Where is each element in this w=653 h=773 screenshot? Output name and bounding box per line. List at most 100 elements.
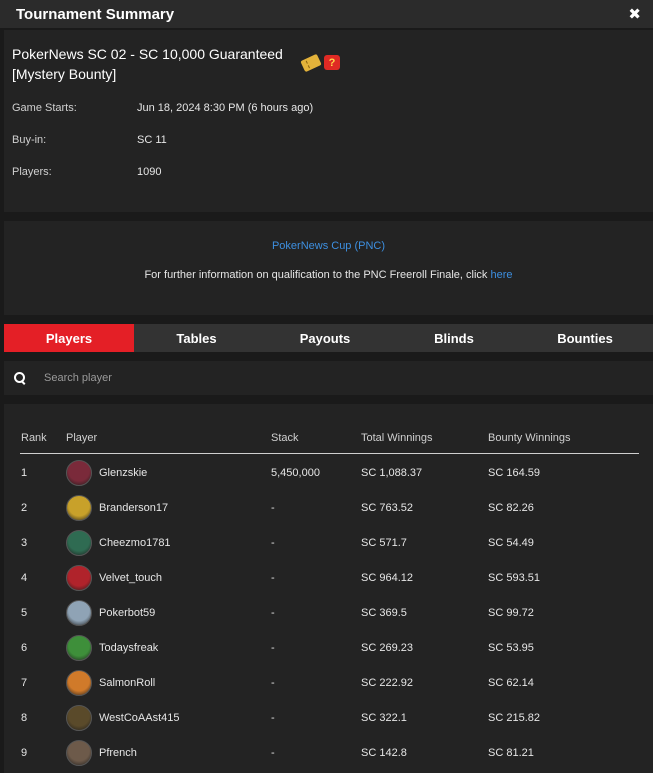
total-winnings-cell: SC 964.12 [361,572,413,584]
bounty-winnings-cell: SC 593.51 [488,572,540,584]
pnc-info-text: For further information on qualification… [4,269,653,281]
table-row[interactable]: 2 Branderson17 - SC 763.52 SC 82.26 [20,490,639,525]
bounty-winnings-cell: SC 54.49 [488,537,534,549]
bounty-winnings-cell: SC 62.14 [488,677,534,689]
total-winnings-cell: SC 571.7 [361,537,407,549]
info-value: SC 11 [137,134,167,146]
bounty-winnings-cell: SC 81.21 [488,747,534,759]
player-cell[interactable]: Pfrench [66,740,137,766]
table-row[interactable]: 7 SalmonRoll - SC 222.92 SC 62.14 [20,665,639,700]
player-cell[interactable]: WestCoAAst415 [66,705,180,731]
player-name[interactable]: Pfrench [99,747,137,759]
table-header: Rank Player Stack Total Winnings Bounty … [20,424,639,454]
header-player[interactable]: Player [66,432,97,444]
tournament-name-line2: [Mystery Bounty] [12,66,117,82]
tab-blinds[interactable]: Blinds [391,324,517,352]
rank-cell: 8 [21,712,28,724]
tournament-name-line1: PokerNews SC 02 - SC 10,000 Guaranteed [12,46,283,62]
stack-cell: - [271,747,275,759]
stack-cell: - [271,677,275,689]
info-label: Buy-in: [12,134,47,146]
stack-cell: - [271,712,275,724]
info-row-game-starts: Game Starts: Jun 18, 2024 8:30 PM (6 hou… [12,102,313,114]
bounty-winnings-cell: SC 164.59 [488,467,540,479]
mystery-gift-icon: ? [324,55,340,70]
tournament-info-panel: PokerNews SC 02 - SC 10,000 Guaranteed [… [4,30,653,212]
header-stack[interactable]: Stack [271,432,299,444]
search-icon[interactable] [14,372,26,384]
stack-cell: - [271,537,275,549]
header-rank[interactable]: Rank [21,432,47,444]
player-cell[interactable]: Branderson17 [66,495,168,521]
total-winnings-cell: SC 142.8 [361,747,407,759]
info-row-buy-in: Buy-in: SC 11 [12,134,167,146]
info-label: Game Starts: [12,102,77,114]
player-cell[interactable]: Cheezmo1781 [66,530,171,556]
table-row[interactable]: 9 Pfrench - SC 142.8 SC 81.21 [20,735,639,770]
player-name[interactable]: Cheezmo1781 [99,537,171,549]
player-cell[interactable]: SalmonRoll [66,670,155,696]
rank-cell: 7 [21,677,28,689]
avatar [66,705,92,731]
player-name[interactable]: SalmonRoll [99,677,155,689]
avatar [66,740,92,766]
tab-players[interactable]: Players [4,324,134,352]
total-winnings-cell: SC 222.92 [361,677,413,689]
stack-cell: - [271,502,275,514]
close-icon[interactable]: ✖ [628,5,641,23]
rank-cell: 6 [21,642,28,654]
stack-cell: - [271,607,275,619]
table-row[interactable]: 6 Todaysfreak - SC 269.23 SC 53.95 [20,630,639,665]
title-bar: Tournament Summary ✖ [0,0,653,28]
rank-cell: 3 [21,537,28,549]
tab-payouts[interactable]: Payouts [259,324,391,352]
header-bounty-winnings[interactable]: Bounty Winnings [488,432,571,444]
search-bar [4,361,653,395]
table-row[interactable]: 3 Cheezmo1781 - SC 571.7 SC 54.49 [20,525,639,560]
avatar [66,495,92,521]
tournament-name: PokerNews SC 02 - SC 10,000 Guaranteed [… [12,44,302,84]
player-name[interactable]: Velvet_touch [99,572,162,584]
table-row[interactable]: 1 Glenzskie 5,450,000 SC 1,088.37 SC 164.59 [20,455,639,490]
bounty-winnings-cell: SC 215.82 [488,712,540,724]
rank-cell: 5 [21,607,28,619]
info-value: Jun 18, 2024 8:30 PM (6 hours ago) [137,102,314,114]
total-winnings-cell: SC 269.23 [361,642,413,654]
player-name[interactable]: Branderson17 [99,502,168,514]
avatar [66,565,92,591]
avatar [66,670,92,696]
avatar [66,635,92,661]
pnc-link[interactable]: PokerNews Cup (PNC) [4,240,653,252]
table-row[interactable]: 5 Pokerbot59 - SC 369.5 SC 99.72 [20,595,639,630]
pnc-info-sentence: For further information on qualification… [144,269,491,281]
tab-bounties[interactable]: Bounties [517,324,653,352]
pnc-panel: PokerNews Cup (PNC) For further informat… [4,221,653,315]
rank-cell: 1 [21,467,28,479]
stack-cell: - [271,572,275,584]
player-name[interactable]: WestCoAAst415 [99,712,180,724]
total-winnings-cell: SC 322.1 [361,712,407,724]
header-total-winnings[interactable]: Total Winnings [361,432,433,444]
player-name[interactable]: Glenzskie [99,467,147,479]
bounty-winnings-cell: SC 53.95 [488,642,534,654]
rank-cell: 4 [21,572,28,584]
rank-cell: 2 [21,502,28,514]
player-cell[interactable]: Glenzskie [66,460,147,486]
stack-cell: - [271,642,275,654]
info-row-players: Players: 1090 [12,166,161,178]
table-row[interactable]: 8 WestCoAAst415 - SC 322.1 SC 215.82 [20,700,639,735]
player-name[interactable]: Pokerbot59 [99,607,155,619]
stack-cell: 5,450,000 [271,467,320,479]
table-row[interactable]: 4 Velvet_touch - SC 964.12 SC 593.51 [20,560,639,595]
total-winnings-cell: SC 1,088.37 [361,467,423,479]
search-input[interactable] [44,372,444,384]
player-cell[interactable]: Todaysfreak [66,635,158,661]
bounty-winnings-cell: SC 82.26 [488,502,534,514]
tab-tables[interactable]: Tables [134,324,259,352]
pnc-here-link[interactable]: here [491,269,513,281]
window-title: Tournament Summary [16,5,175,23]
player-cell[interactable]: Pokerbot59 [66,600,155,626]
total-winnings-cell: SC 763.52 [361,502,413,514]
player-cell[interactable]: Velvet_touch [66,565,162,591]
player-name[interactable]: Todaysfreak [99,642,158,654]
